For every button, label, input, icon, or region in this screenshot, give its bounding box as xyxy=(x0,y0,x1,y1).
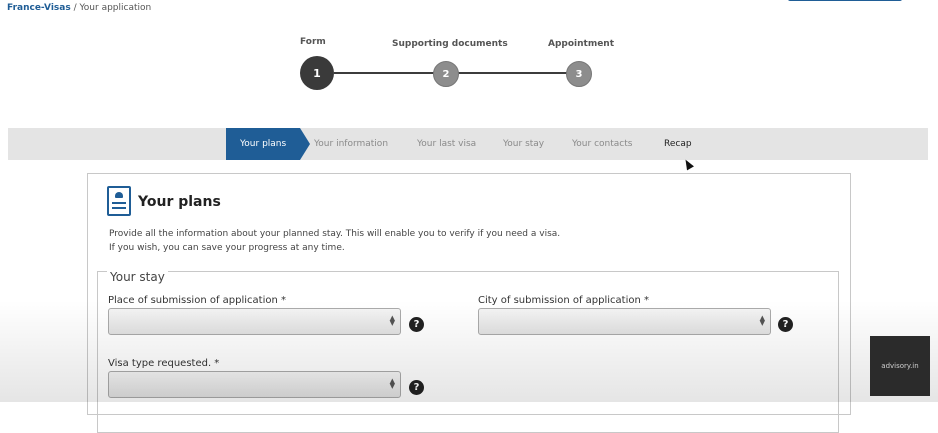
visa-type-label: Visa type requested. * xyxy=(108,358,220,369)
step-connector-1 xyxy=(334,72,434,74)
intro-line-1: Provide all the information about your p… xyxy=(109,229,561,239)
tab-your-information[interactable]: Your information xyxy=(314,128,388,160)
step-label-appointment: Appointment xyxy=(548,39,615,49)
document-profile-icon xyxy=(107,186,131,216)
top-action-button[interactable] xyxy=(788,0,902,1)
your-stay-legend: Your stay xyxy=(107,270,168,284)
step-2-circle: 2 xyxy=(433,61,459,87)
city-of-submission-select[interactable]: ▲ ▼ xyxy=(478,308,771,335)
your-plans-panel: Your plans Provide all the information a… xyxy=(87,173,851,433)
help-icon[interactable]: ? xyxy=(409,317,424,332)
form-tab-bar: Your plans Your information Your last vi… xyxy=(8,128,928,160)
help-icon[interactable]: ? xyxy=(409,380,424,395)
select-arrows-icon: ▲ ▼ xyxy=(389,314,395,327)
step-label-supporting-documents: Supporting documents xyxy=(392,39,508,49)
panel-title: Your plans xyxy=(138,194,221,210)
place-of-submission-label: Place of submission of application * xyxy=(108,295,286,306)
help-icon[interactable]: ? xyxy=(778,317,793,332)
breadcrumb-current: Your application xyxy=(79,3,152,13)
step-label-form: Form xyxy=(300,37,326,47)
step-3-circle: 3 xyxy=(566,61,592,87)
tab-recap[interactable]: Recap xyxy=(664,128,692,160)
visa-type-select[interactable]: ▲ ▼ xyxy=(108,371,401,398)
place-of-submission-select[interactable]: ▲ ▼ xyxy=(108,308,401,335)
watermark-logo: advisory.in xyxy=(870,336,930,396)
breadcrumb-root-link[interactable]: France-Visas xyxy=(7,3,71,13)
tab-your-last-visa[interactable]: Your last visa xyxy=(417,128,476,160)
step-connector-2 xyxy=(457,72,567,74)
step-1-circle: 1 xyxy=(300,56,334,90)
panel-intro: Provide all the information about your p… xyxy=(109,227,560,255)
select-arrows-icon: ▲ ▼ xyxy=(389,377,395,390)
tab-your-contacts[interactable]: Your contacts xyxy=(572,128,632,160)
intro-line-2: If you wish, you can save your progress … xyxy=(109,243,345,253)
tab-your-plans[interactable]: Your plans xyxy=(226,128,311,160)
tab-your-stay[interactable]: Your stay xyxy=(503,128,544,160)
select-arrows-icon: ▲ ▼ xyxy=(759,314,765,327)
city-of-submission-label: City of submission of application * xyxy=(478,295,650,306)
breadcrumb: France-Visas / Your application xyxy=(7,3,151,13)
breadcrumb-separator: / xyxy=(73,3,77,13)
